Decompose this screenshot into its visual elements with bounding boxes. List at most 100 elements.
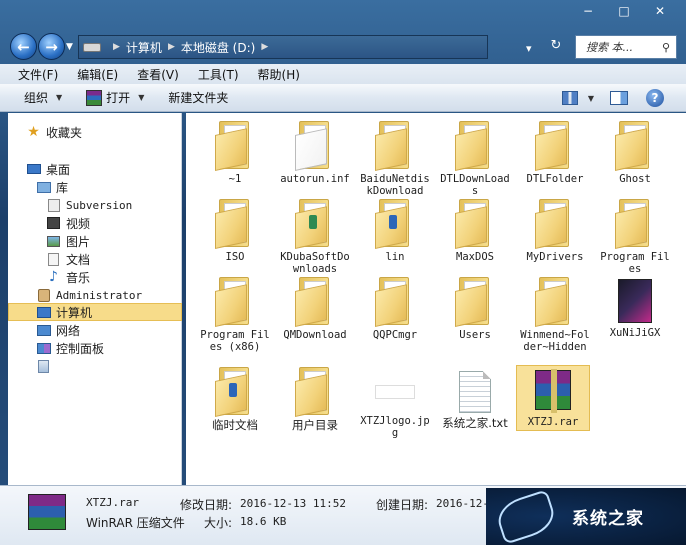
folder-icon xyxy=(375,199,415,249)
folder-item[interactable]: lin xyxy=(360,199,430,263)
menu-edit[interactable]: 编辑(E) xyxy=(77,66,118,83)
tree-item-label: Administrator xyxy=(56,288,143,302)
menu-help[interactable]: 帮助(H) xyxy=(258,66,300,83)
tree-item-label: 文档 xyxy=(66,252,91,267)
folder-item[interactable]: ~1 xyxy=(200,121,270,185)
folder-item[interactable]: KDubaSoftDownloads xyxy=(280,199,350,275)
open-button[interactable]: 打开 ▼ xyxy=(86,89,144,106)
file-item[interactable]: 系统之家.txt xyxy=(440,367,510,429)
tree-item-label: 计算机 xyxy=(56,305,93,320)
tree-item-library[interactable]: 库 xyxy=(36,178,68,196)
tree-item-administrator[interactable]: Administrator xyxy=(36,286,142,304)
menu-tools[interactable]: 工具(T) xyxy=(198,66,239,83)
folder-item[interactable]: DTLFolder xyxy=(520,121,590,185)
menu-file[interactable]: 文件(F) xyxy=(18,66,58,83)
tree-item-favorites[interactable]: ★ 收藏夹 xyxy=(26,123,82,141)
file-name: QQPCmgr xyxy=(372,329,418,341)
file-item[interactable]: autorun.inf xyxy=(280,121,350,185)
folder-item[interactable]: BaiduNetdiskDownload xyxy=(360,121,430,197)
folder-item[interactable]: DTLDownLoads xyxy=(440,121,510,197)
new-folder-button[interactable]: 新建文件夹 xyxy=(168,89,228,106)
winrar-archive-icon xyxy=(535,369,571,413)
tree-item-network[interactable]: 网络 xyxy=(36,321,80,339)
close-button[interactable]: ✕ xyxy=(642,2,678,20)
folder-item[interactable]: Ghost xyxy=(600,121,670,185)
recycle-bin-icon xyxy=(36,359,51,373)
breadcrumb-separator-icon[interactable]: ▶ xyxy=(168,42,175,52)
folder-item[interactable]: MyDrivers xyxy=(520,199,590,263)
computer-icon xyxy=(36,305,51,319)
tree-item-control-panel[interactable]: 控制面板 xyxy=(36,339,104,357)
image-file-icon xyxy=(375,385,415,399)
file-name: lin xyxy=(385,251,405,263)
detail-filename: XTZJ.rar xyxy=(86,496,139,509)
tree-item-label: 图片 xyxy=(66,234,91,249)
preview-pane-icon[interactable] xyxy=(610,91,628,105)
file-name: Program Files (x86) xyxy=(200,329,270,353)
file-item[interactable]: XTZJlogo.jpg xyxy=(360,367,430,439)
tree-item-label: 视频 xyxy=(66,216,91,231)
folder-icon xyxy=(455,199,495,249)
tree-item-desktop[interactable]: 桌面 xyxy=(26,160,70,178)
explorer-window: − □ ✕ ← → ▼ ▶ 计算机 ▶ 本地磁盘 (D:) ▶ ▾ ↻ 搜索 本… xyxy=(0,0,686,545)
video-file-icon xyxy=(618,279,652,323)
address-dropdown-button[interactable]: ▾ xyxy=(526,42,532,55)
back-button[interactable]: ← xyxy=(10,33,37,60)
file-name: Ghost xyxy=(619,173,651,185)
folder-icon xyxy=(295,121,335,171)
help-icon[interactable]: ? xyxy=(646,89,664,107)
search-box[interactable]: 搜索 本... ⚲ xyxy=(575,35,677,59)
folder-item[interactable]: MaxDOS xyxy=(440,199,510,263)
minimize-button[interactable]: − xyxy=(570,2,606,20)
folder-icon xyxy=(535,121,575,171)
tree-item-recycle-bin[interactable] xyxy=(36,357,56,375)
tree-item-label: 音乐 xyxy=(66,270,91,285)
breadcrumb-local-disk[interactable]: 本地磁盘 (D:) xyxy=(181,39,255,56)
tree-item-pictures[interactable]: 图片 xyxy=(46,232,90,250)
file-name: XTZJ.rar xyxy=(527,416,579,428)
logo-icon xyxy=(493,488,559,545)
menu-view[interactable]: 查看(V) xyxy=(137,66,179,83)
breadcrumb-separator-icon[interactable]: ▶ xyxy=(261,42,268,52)
text-file-icon xyxy=(459,371,491,413)
folder-item[interactable]: ISO xyxy=(200,199,270,263)
file-item[interactable]: XuNiJiGX xyxy=(600,277,670,339)
folder-icon xyxy=(215,367,255,417)
subversion-icon xyxy=(46,198,61,212)
tree-item-music[interactable]: ♪ 音乐 xyxy=(46,268,90,286)
file-name: DTLDownLoads xyxy=(440,173,510,197)
folder-icon xyxy=(375,277,415,327)
folder-item[interactable]: Winmend~Folder~Hidden xyxy=(520,277,590,353)
user-icon xyxy=(36,288,51,302)
tree-item-videos[interactable]: 视频 xyxy=(46,214,90,232)
tree-item-subversion[interactable]: Subversion xyxy=(46,196,132,214)
folder-item[interactable]: Program Files xyxy=(600,199,670,275)
search-icon[interactable]: ⚲ xyxy=(662,41,676,54)
refresh-icon[interactable]: ↻ xyxy=(546,38,566,56)
address-bar[interactable]: ▶ 计算机 ▶ 本地磁盘 (D:) ▶ xyxy=(78,35,488,59)
window-controls: − □ ✕ xyxy=(570,2,678,20)
forward-button[interactable]: → xyxy=(38,33,65,60)
folder-item[interactable]: QQPCmgr xyxy=(360,277,430,341)
breadcrumb-computer[interactable]: 计算机 xyxy=(126,39,162,56)
maximize-button[interactable]: □ xyxy=(606,2,642,20)
tree-item-computer[interactable]: 计算机 xyxy=(8,303,182,321)
chevron-down-icon: ▼ xyxy=(138,93,145,102)
tree-item-label: 网络 xyxy=(56,323,81,338)
recent-pages-dropdown[interactable]: ▼ xyxy=(66,42,73,52)
tree-item-documents[interactable]: 文档 xyxy=(46,250,90,268)
file-item-selected[interactable]: XTZJ.rar xyxy=(516,365,590,431)
folder-item[interactable]: 临时文档 xyxy=(200,367,270,431)
chevron-down-icon[interactable]: ▼ xyxy=(588,94,594,103)
folder-item[interactable]: Users xyxy=(440,277,510,341)
detail-created-label: 创建日期: xyxy=(376,498,429,512)
organize-button[interactable]: 组织 ▼ xyxy=(24,89,62,106)
folder-item[interactable]: QMDownload xyxy=(280,277,350,341)
breadcrumb-separator-icon[interactable]: ▶ xyxy=(113,42,120,52)
folder-item[interactable]: Program Files (x86) xyxy=(200,277,270,353)
views-icon[interactable] xyxy=(561,91,578,105)
search-input[interactable]: 搜索 本... xyxy=(586,39,662,55)
tree-item-label: 控制面板 xyxy=(56,341,105,356)
folder-item[interactable]: 用户目录 xyxy=(280,367,350,431)
file-name: KDubaSoftDownloads xyxy=(280,251,350,275)
